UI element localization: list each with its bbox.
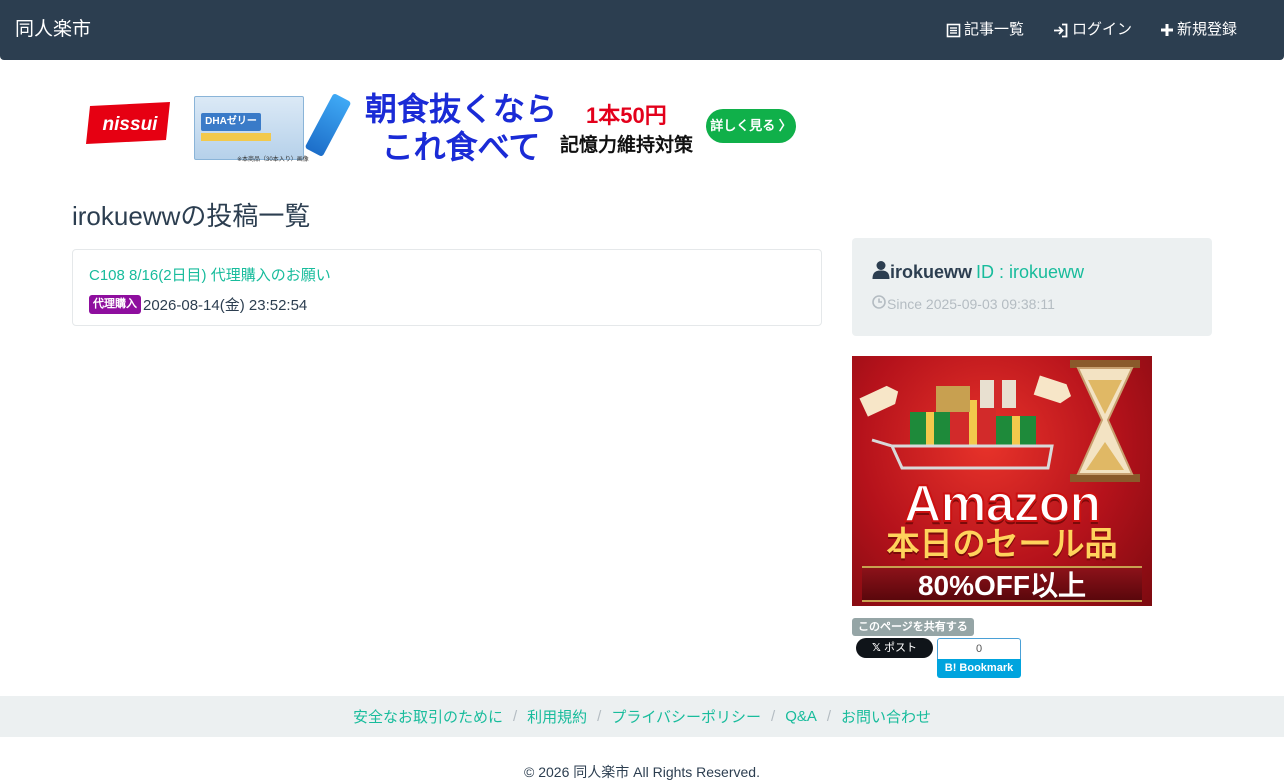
profile-username: irokueww — [890, 261, 973, 282]
footer-link-safe-trade[interactable]: 安全なお取引のために — [353, 706, 503, 727]
x-logo-icon: 𝕏 — [872, 642, 884, 654]
copyright: © 2026 同人楽市 All Rights Reserved. — [524, 764, 760, 780]
profile-name-row: irokueww ID : irokueww — [872, 260, 1084, 284]
post-meta: 代理購入 2026-08-14(金) 23:52:54 — [89, 294, 307, 315]
user-icon — [872, 260, 890, 284]
footer-link-privacy[interactable]: プライバシーポリシー — [611, 706, 761, 727]
footer-link-terms[interactable]: 利用規約 — [527, 706, 587, 727]
banner-price: 1本50円 — [586, 103, 667, 128]
package-note: ※本商品（30本入り）画像 — [237, 157, 309, 163]
category-badge: 代理購入 — [89, 295, 141, 314]
profile-since-text: Since 2025-09-03 09:38:11 — [887, 295, 1055, 312]
hourglass-icon — [1070, 360, 1140, 482]
headline-line-1: 朝食抜くなら — [364, 91, 557, 127]
nissui-logo: nissui — [86, 100, 174, 146]
footer-link-qa[interactable]: Q&A — [785, 708, 817, 725]
x-post-button[interactable]: 𝕏 ポスト — [856, 638, 933, 658]
profile-panel: irokueww ID : irokueww Since 2025-09-03 … — [852, 238, 1212, 336]
nav-article-list-label: 記事一覧 — [964, 21, 1025, 38]
footer-separator: / — [826, 708, 832, 725]
post-date: 2026-08-14(金) 23:52:54 — [143, 297, 308, 314]
share-label: このページを共有する — [852, 618, 974, 636]
page-title: irokuewwの投稿一覧 — [72, 201, 311, 231]
profile-id: ID : irokueww — [976, 261, 1085, 282]
footer-separator: / — [512, 708, 518, 725]
footer-links: 安全なお取引のために / 利用規約 / プライバシーポリシー / Q&A / お… — [0, 696, 1284, 737]
banner-cta-button[interactable]: 詳しく見る 〉 — [706, 109, 796, 143]
clock-icon — [872, 295, 886, 312]
nav-register-label: 新規登録 — [1177, 21, 1238, 38]
footer-link-contact[interactable]: お問い合わせ — [841, 706, 931, 727]
package-label: DHAゼリー — [201, 113, 261, 131]
x-post-label: ポスト — [883, 642, 917, 654]
amazon-ad-offer: 80%OFF以上 — [862, 566, 1142, 602]
footer-separator: / — [597, 708, 602, 725]
jelly-stick-image — [304, 92, 352, 158]
gift-cart-illustration — [859, 360, 1140, 482]
banner-ad[interactable]: nissui DHAゼリー ※本商品（30本入り）画像 朝食抜くなら これ食べて… — [82, 90, 798, 166]
profile-since: Since 2025-09-03 09:38:11 — [872, 295, 1055, 312]
package-strip — [201, 133, 271, 141]
post-title-link[interactable]: C108 8/16(2日目) 代理購入のお願い — [89, 264, 331, 285]
footer-separator: / — [771, 708, 776, 725]
nav-article-list[interactable]: 記事一覧 — [946, 0, 1024, 60]
post-list-item: C108 8/16(2日目) 代理購入のお願い 代理購入 2026-08-14(… — [72, 249, 822, 326]
banner-headline: 朝食抜くなら これ食べて — [358, 90, 564, 166]
hatena-bookmark-button[interactable]: B! Bookmark — [937, 659, 1021, 678]
login-icon — [1053, 23, 1069, 38]
banner-subcopy: 記憶力維持対策 — [560, 135, 694, 156]
amazon-ad-subtitle: 本日のセール品 — [886, 525, 1118, 562]
headline-line-2: これ食べて — [381, 129, 541, 165]
plus-icon — [1160, 23, 1174, 37]
brand-logo[interactable]: 同人楽市 — [15, 0, 91, 60]
product-package-image: DHAゼリー — [194, 96, 304, 160]
svg-text:nissui: nissui — [103, 114, 159, 135]
nav-login-label: ログイン — [1072, 21, 1133, 38]
hatena-bookmark-count: 0 — [937, 638, 1021, 659]
nav-login[interactable]: ログイン — [1053, 0, 1132, 60]
gift-boxes-icon — [910, 380, 1036, 446]
navbar: 同人楽市 記事一覧 ログイン 新規登録 — [0, 0, 1284, 60]
nav-register[interactable]: 新規登録 — [1160, 0, 1237, 60]
amazon-sale-ad[interactable]: Amazon 本日のセール品 80%OFF以上 — [852, 356, 1152, 606]
list-icon — [946, 23, 961, 38]
